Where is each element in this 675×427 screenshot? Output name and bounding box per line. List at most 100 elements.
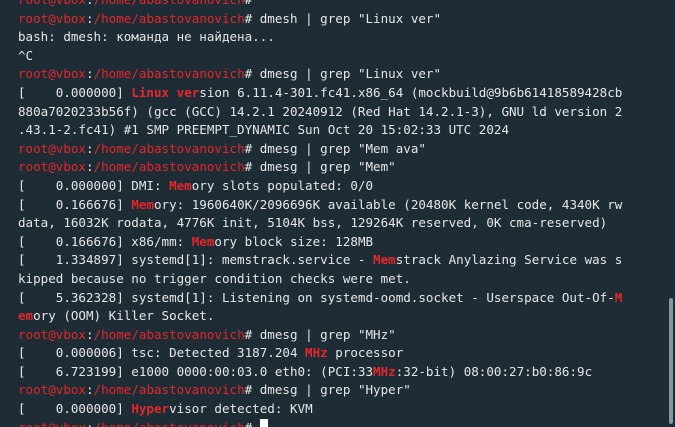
output-text: [ 1.334897] systemd[1]: memstrack.servic… bbox=[18, 252, 374, 268]
prompt-line: root@vbox:/home/abastovanovich# bbox=[18, 0, 663, 10]
prompt-user-host: root@vbox bbox=[18, 159, 86, 175]
prompt-path: /home/abastovanovich bbox=[93, 159, 245, 175]
prompt-line: root@vbox:/home/abastovanovich# dmesh | … bbox=[18, 10, 663, 29]
prompt-colon: : bbox=[86, 10, 94, 26]
output-text: [ 0.166676] x86/mm: bbox=[18, 233, 192, 249]
output-line: [ 0.166676] x86/mm: Memory block size: 1… bbox=[18, 233, 663, 252]
output-text: processor bbox=[327, 345, 404, 361]
output-text: ory block size: 128MB bbox=[214, 233, 374, 249]
prompt-symbol: # bbox=[244, 382, 260, 398]
match-highlight: MHz bbox=[373, 363, 396, 379]
match-highlight: em bbox=[18, 308, 34, 324]
prompt-symbol: # bbox=[244, 140, 260, 156]
match-highlight: MHz bbox=[305, 345, 328, 361]
output-text: ory (OOM) Killer Socket. bbox=[33, 308, 215, 324]
scrollbar-thumb[interactable] bbox=[669, 298, 673, 424]
match-highlight: Hyper bbox=[131, 401, 170, 417]
prompt-line: root@vbox:/home/abastovanovich# dmesg | … bbox=[18, 158, 663, 177]
prompt-user-host: root@vbox bbox=[18, 326, 86, 342]
prompt-user-host: root@vbox bbox=[18, 66, 86, 82]
prompt-path: /home/abastovanovich bbox=[93, 140, 245, 156]
prompt-user-host: root@vbox bbox=[18, 420, 86, 427]
output-text: ory slots populated: 0/0 bbox=[191, 177, 374, 193]
terminal-output: root@vbox:/home/abastovanovich# root@vbo… bbox=[18, 0, 663, 427]
command-text: dmesg | grep "MHz" bbox=[259, 326, 396, 342]
prompt-colon: : bbox=[86, 0, 94, 7]
output-text: [ 0.000000] bbox=[18, 84, 132, 100]
command-text: dmesg | grep "Mem ava" bbox=[259, 140, 426, 156]
output-text: bash: dmesh: команда не найдена... bbox=[18, 29, 275, 45]
prompt-symbol: # bbox=[245, 420, 260, 427]
prompt-user-host: root@vbox bbox=[18, 382, 86, 398]
prompt-user-host: root@vbox bbox=[18, 10, 86, 26]
output-line: data, 16032K rodata, 4776K init, 5104K b… bbox=[18, 214, 663, 233]
match-highlight: Mem bbox=[373, 252, 396, 268]
output-text: visor detected: KVM bbox=[169, 401, 313, 417]
prompt-path: /home/abastovanovich bbox=[93, 66, 245, 82]
output-line: [ 0.000000] DMI: Memory slots populated:… bbox=[18, 177, 663, 196]
output-line: 880a7020233b56f) (gcc (GCC) 14.2.1 20240… bbox=[18, 103, 663, 122]
prompt-line: root@vbox:/home/abastovanovich# dmesg | … bbox=[18, 140, 663, 159]
prompt-symbol: # bbox=[244, 10, 260, 26]
output-text: [ 0.000000] DMI: bbox=[18, 177, 170, 193]
match-highlight: Mem bbox=[191, 233, 215, 249]
output-text: .43.1-2.fc41) #1 SMP PREEMPT_DYNAMIC Sun… bbox=[18, 122, 510, 138]
prompt-line: root@vbox:/home/abastovanovich# dmesg | … bbox=[18, 381, 663, 400]
output-line: [ 0.000006] tsc: Detected 3187.204 MHz p… bbox=[18, 344, 663, 363]
output-line: .43.1-2.fc41) #1 SMP PREEMPT_DYNAMIC Sun… bbox=[18, 121, 663, 140]
prompt-colon: : bbox=[86, 66, 94, 82]
output-text: data, 16032K rodata, 4776K init, 5104K b… bbox=[18, 215, 608, 231]
prompt-colon: : bbox=[86, 159, 94, 175]
output-line: [ 6.723199] e1000 0000:00:03.0 eth0: (PC… bbox=[18, 363, 663, 382]
prompt-symbol: # bbox=[244, 66, 260, 82]
output-text: ^C bbox=[18, 47, 34, 63]
output-text: ory: 1960640K/2096696K available (20480K… bbox=[153, 196, 623, 212]
output-text: [ 0.166676] bbox=[18, 196, 132, 212]
output-text: 880a7020233b56f) (gcc (GCC) 14.2.1 20240… bbox=[18, 103, 623, 119]
prompt-colon: : bbox=[86, 420, 94, 427]
prompt-user-host: root@vbox bbox=[18, 140, 86, 156]
prompt-path: /home/abastovanovich bbox=[93, 326, 245, 342]
prompt-symbol: # bbox=[244, 159, 260, 175]
match-highlight: Mem bbox=[169, 177, 192, 193]
match-highlight: Mem bbox=[131, 196, 154, 212]
output-line: ^C bbox=[18, 47, 663, 66]
command-text: dmesh | grep "Linux ver" bbox=[259, 10, 442, 26]
output-line: [ 1.334897] systemd[1]: memstrack.servic… bbox=[18, 251, 663, 270]
output-text: sion 6.11.4-301.fc41.x86_64 (mockbuild@9… bbox=[199, 84, 623, 100]
prompt-line: root@vbox:/home/abastovanovich# dmesg | … bbox=[18, 65, 663, 84]
command-text: dmesg | grep "Mem" bbox=[259, 159, 396, 175]
command-text: dmesg | grep "Linux ver" bbox=[259, 66, 442, 82]
prompt-path: /home/abastovanovich bbox=[94, 420, 245, 427]
prompt-path: /home/abastovanovich bbox=[93, 382, 245, 398]
prompt-colon: : bbox=[86, 326, 94, 342]
output-text: kipped because no trigger condition chec… bbox=[18, 270, 411, 286]
output-line: emory (OOM) Killer Socket. bbox=[18, 307, 663, 326]
output-text: [ 0.000000] bbox=[18, 401, 132, 417]
prompt-colon: : bbox=[86, 140, 94, 156]
prompt-symbol: # bbox=[244, 326, 260, 342]
prompt-user-host: root@vbox bbox=[18, 0, 86, 7]
command-text: dmesg | grep "Hyper" bbox=[259, 382, 411, 398]
prompt-line: root@vbox:/home/abastovanovich# dmesg | … bbox=[18, 326, 663, 345]
scrollbar[interactable] bbox=[663, 0, 675, 427]
match-highlight: M bbox=[614, 289, 623, 305]
prompt-path: /home/abastovanovich bbox=[93, 10, 245, 26]
output-text: :32-bit) 08:00:27:b0:86:9c bbox=[395, 363, 593, 379]
output-line: bash: dmesh: команда не найдена... bbox=[18, 28, 663, 47]
match-highlight: Linux ver bbox=[131, 84, 200, 100]
output-text: [ 6.723199] e1000 0000:00:03.0 eth0: (PC… bbox=[18, 363, 374, 379]
output-line: [ 5.362328] systemd[1]: Listening on sys… bbox=[18, 289, 663, 308]
prompt-symbol: # bbox=[245, 0, 260, 7]
output-text: [ 0.000006] tsc: Detected 3187.204 bbox=[18, 345, 306, 361]
output-line: kipped because no trigger condition chec… bbox=[18, 270, 663, 289]
terminal-window[interactable]: root@vbox:/home/abastovanovich# root@vbo… bbox=[0, 0, 675, 427]
output-text: strack Anylazing Service was s bbox=[395, 252, 623, 268]
output-line: [ 0.000000] Hypervisor detected: KVM bbox=[18, 400, 663, 419]
output-text: [ 5.362328] systemd[1]: Listening on sys… bbox=[18, 289, 615, 305]
text-cursor[interactable] bbox=[259, 418, 268, 427]
output-line: [ 0.166676] Memory: 1960640K/2096696K av… bbox=[18, 196, 663, 215]
prompt-colon: : bbox=[86, 382, 94, 398]
prompt-path: /home/abastovanovich bbox=[94, 0, 245, 7]
prompt-line: root@vbox:/home/abastovanovich# bbox=[18, 418, 663, 427]
